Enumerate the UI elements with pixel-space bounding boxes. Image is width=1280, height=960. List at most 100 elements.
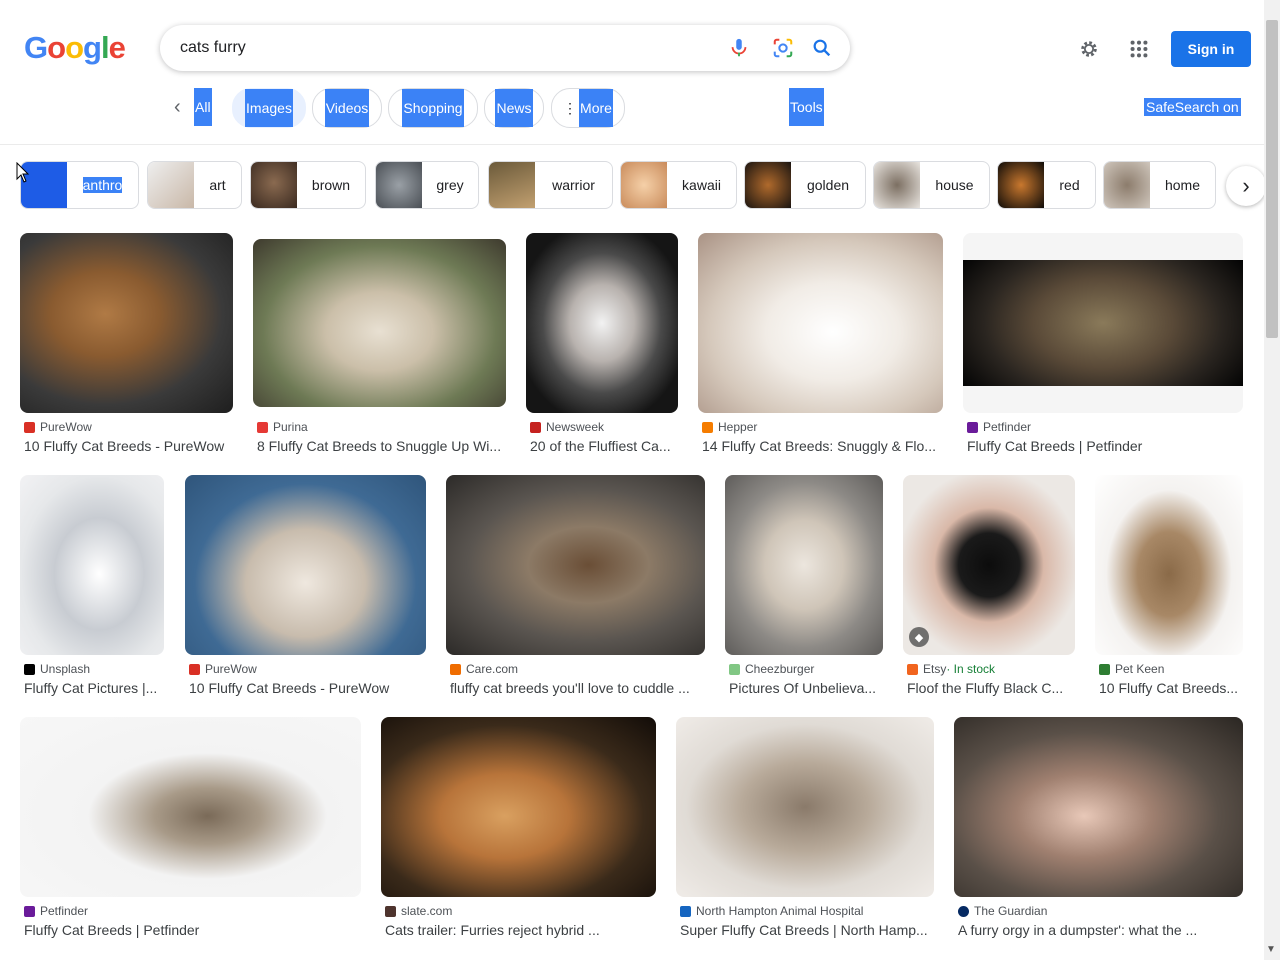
result-source[interactable]: slate.com: [385, 904, 452, 918]
result-source[interactable]: Petfinder: [24, 904, 88, 918]
header-divider: [0, 144, 1264, 145]
favicon-icon: [702, 421, 713, 433]
result-image[interactable]: [253, 239, 506, 407]
favicon-icon: [729, 663, 740, 675]
result-title[interactable]: 10 Fluffy Cat Breeds - PureWow: [189, 680, 424, 696]
result-image[interactable]: [526, 233, 678, 413]
result-image[interactable]: [963, 233, 1243, 413]
tab-news[interactable]: News: [484, 88, 544, 128]
result-title[interactable]: Super Fluffy Cat Breeds | North Hamp...: [680, 922, 932, 938]
settings-gear-icon[interactable]: [1078, 38, 1100, 60]
result-image[interactable]: [185, 475, 426, 655]
result-source[interactable]: Etsy · In stock: [907, 662, 995, 676]
chip-kawaii[interactable]: kawaii: [620, 161, 737, 209]
search-icon[interactable]: [811, 37, 833, 59]
scroll-down-arrow-icon[interactable]: ▼: [1266, 944, 1276, 955]
chip-thumbnail: [745, 162, 791, 208]
result-source[interactable]: Purina: [257, 420, 308, 434]
chip-thumbnail: [148, 162, 194, 208]
chip-thumbnail: [621, 162, 667, 208]
chip-warrior[interactable]: warrior: [488, 161, 613, 209]
favicon-icon: [967, 421, 978, 433]
result-image[interactable]: [20, 717, 361, 897]
favicon-icon: [24, 421, 35, 433]
result-source[interactable]: PureWow: [24, 420, 92, 434]
microphone-icon[interactable]: [728, 37, 750, 59]
chip-red[interactable]: red: [997, 161, 1096, 209]
result-image[interactable]: [20, 233, 233, 413]
search-box[interactable]: cats furry: [160, 25, 850, 71]
favicon-icon: [680, 905, 691, 917]
google-logo[interactable]: Google: [24, 30, 126, 66]
result-image[interactable]: [446, 475, 705, 655]
favicon-icon: [385, 905, 396, 917]
favicon-icon: [189, 663, 200, 675]
sign-in-button[interactable]: Sign in: [1171, 31, 1251, 67]
result-title[interactable]: 10 Fluffy Cat Breeds - PureWow: [24, 438, 234, 454]
result-image[interactable]: ◆: [903, 475, 1075, 655]
chip-grey[interactable]: grey: [375, 161, 479, 209]
result-image[interactable]: [698, 233, 943, 413]
chip-home[interactable]: home: [1103, 161, 1216, 209]
result-image[interactable]: [1095, 475, 1243, 655]
result-title[interactable]: A furry orgy in a dumpster': what the ..…: [958, 922, 1241, 938]
chip-brown[interactable]: brown: [250, 161, 366, 209]
chevron-left-icon[interactable]: ‹: [174, 88, 181, 126]
chevron-right-icon[interactable]: ›: [1226, 166, 1266, 206]
result-title[interactable]: 8 Fluffy Cat Breeds to Snuggle Up Wi...: [257, 438, 505, 454]
favicon-icon: [257, 421, 268, 433]
chip-art[interactable]: art: [147, 161, 242, 209]
result-title[interactable]: Fluffy Cat Breeds | Petfinder: [967, 438, 1241, 454]
favicon-icon: [907, 663, 918, 675]
tab-images[interactable]: Images: [232, 88, 306, 128]
result-source[interactable]: Newsweek: [530, 420, 604, 434]
result-source[interactable]: Unsplash: [24, 662, 90, 676]
chip-thumbnail: [998, 162, 1044, 208]
result-source[interactable]: Care.com: [450, 662, 518, 676]
result-title[interactable]: Fluffy Cat Breeds | Petfinder: [24, 922, 359, 938]
scrollbar-thumb[interactable]: [1266, 20, 1278, 338]
result-image[interactable]: [20, 475, 164, 655]
chip-golden[interactable]: golden: [744, 161, 866, 209]
result-title[interactable]: 20 of the Fluffiest Ca...: [530, 438, 676, 454]
result-title[interactable]: Cats trailer: Furries reject hybrid ...: [385, 922, 653, 938]
result-title[interactable]: Floof the Fluffy Black C...: [907, 680, 1073, 696]
google-lens-icon[interactable]: [772, 37, 794, 59]
result-source[interactable]: Cheezburger: [729, 662, 814, 676]
result-source[interactable]: The Guardian: [958, 904, 1047, 918]
result-title[interactable]: 14 Fluffy Cat Breeds: Snuggly & Flo...: [702, 438, 940, 454]
search-input[interactable]: cats furry: [180, 39, 246, 57]
result-source[interactable]: Pet Keen: [1099, 662, 1164, 676]
tools-button[interactable]: Tools: [789, 88, 824, 126]
chip-thumbnail: [489, 162, 535, 208]
apps-grid-icon[interactable]: [1128, 38, 1150, 60]
result-source[interactable]: PureWow: [189, 662, 257, 676]
result-source[interactable]: North Hampton Animal Hospital: [680, 904, 863, 918]
result-image[interactable]: [954, 717, 1243, 897]
result-image[interactable]: [676, 717, 934, 897]
favicon-icon: [530, 421, 541, 433]
chip-house[interactable]: house: [873, 161, 990, 209]
result-title[interactable]: Fluffy Cat Pictures |...: [24, 680, 162, 696]
result-title[interactable]: fluffy cat breeds you'll love to cuddle …: [450, 680, 702, 696]
chip-thumbnail: [1104, 162, 1150, 208]
safesearch-toggle[interactable]: SafeSearch on: [1144, 98, 1241, 116]
favicon-icon: [958, 905, 969, 917]
result-title[interactable]: Pictures Of Unbelieva...: [729, 680, 879, 696]
more-vert-icon: ⋮: [563, 99, 578, 116]
tab-shopping[interactable]: Shopping: [388, 88, 478, 128]
chip-thumbnail: [251, 162, 297, 208]
result-source[interactable]: Hepper: [702, 420, 757, 434]
mouse-cursor-icon: [16, 162, 30, 183]
result-image[interactable]: [381, 717, 656, 897]
chip-thumbnail: [874, 162, 920, 208]
result-image[interactable]: [725, 475, 883, 655]
result-title[interactable]: 10 Fluffy Cat Breeds...: [1099, 680, 1241, 696]
result-source[interactable]: Petfinder: [967, 420, 1031, 434]
tab-more[interactable]: ⋮ More: [551, 88, 625, 128]
tab-all[interactable]: All: [194, 88, 212, 126]
favicon-icon: [24, 663, 35, 675]
chip-thumbnail: [376, 162, 422, 208]
tab-videos[interactable]: Videos: [312, 88, 382, 128]
chip-anthro[interactable]: anthro: [20, 161, 139, 209]
